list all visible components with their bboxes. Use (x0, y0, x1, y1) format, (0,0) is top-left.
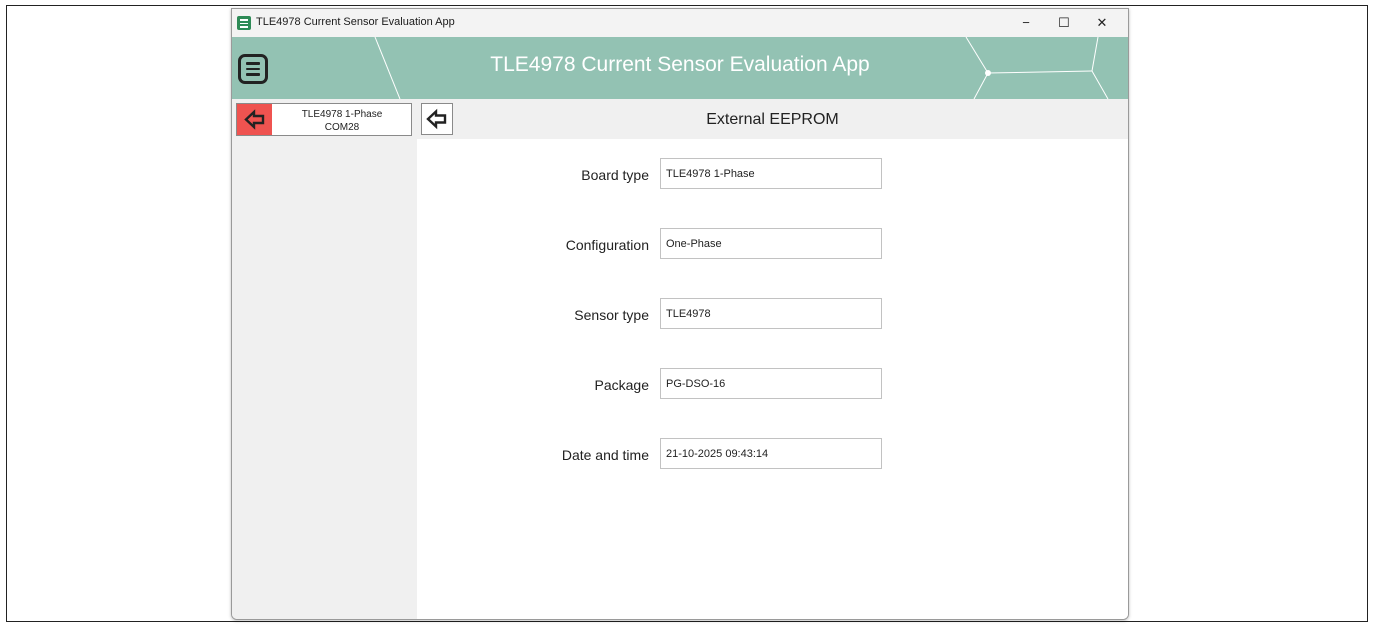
sensor-type-row: Sensor type TLE4978 (417, 298, 1128, 330)
close-button[interactable]: ✕ (1083, 9, 1121, 37)
device-item[interactable]: TLE4978 1-Phase COM28 (236, 103, 412, 136)
page-header: External EEPROM (417, 99, 1128, 139)
device-name: TLE4978 1-Phase (301, 109, 383, 120)
sensor-type-field[interactable]: TLE4978 (660, 298, 882, 329)
configuration-field[interactable]: One-Phase (660, 228, 882, 259)
board-type-row: Board type TLE4978 1-Phase (417, 158, 1128, 190)
arrow-left-icon (244, 109, 265, 130)
app-window: TLE4978 Current Sensor Evaluation App − … (231, 8, 1129, 620)
page-title: External EEPROM (706, 111, 839, 128)
configuration-row: Configuration One-Phase (417, 228, 1128, 260)
header-title: TLE4978 Current Sensor Evaluation App (490, 53, 870, 76)
configuration-label: Configuration (565, 237, 649, 253)
main-panel: External EEPROM Board type TLE4978 1-Pha… (417, 99, 1128, 619)
title-bar[interactable]: TLE4978 Current Sensor Evaluation App − … (232, 9, 1128, 37)
board-type-field[interactable]: TLE4978 1-Phase (660, 158, 882, 189)
maximize-button[interactable]: ☐ (1045, 9, 1083, 37)
package-field[interactable]: PG-DSO-16 (660, 368, 882, 399)
app-icon (237, 16, 251, 30)
disconnect-button[interactable] (237, 104, 272, 135)
date-time-row: Date and time 21-10-2025 09:43:14 (417, 438, 1128, 470)
date-time-label: Date and time (561, 447, 649, 463)
app-header: TLE4978 Current Sensor Evaluation App (232, 37, 1128, 99)
device-port: COM28 (324, 122, 360, 133)
package-row: Package PG-DSO-16 (417, 368, 1128, 400)
minimize-button[interactable]: − (1007, 9, 1045, 37)
package-label: Package (594, 377, 649, 393)
window-title: TLE4978 Current Sensor Evaluation App (256, 16, 455, 28)
sidebar: TLE4978 1-Phase COM28 (232, 99, 417, 619)
sensor-type-label: Sensor type (574, 307, 649, 323)
date-time-field[interactable]: 21-10-2025 09:43:14 (660, 438, 882, 469)
board-type-label: Board type (581, 167, 649, 183)
